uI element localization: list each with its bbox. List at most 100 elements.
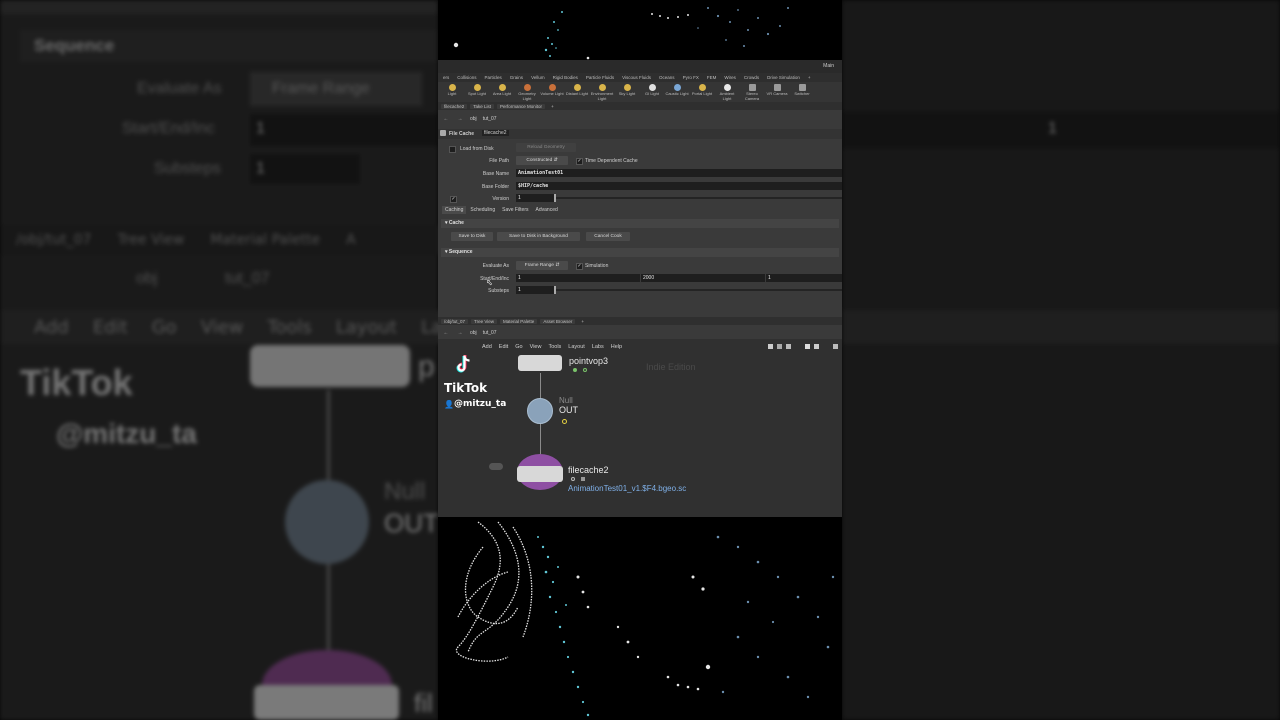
tree-icon[interactable]	[777, 344, 782, 349]
tab-obj-tut07[interactable]: /obj/tut_07	[441, 318, 469, 324]
version-slider-handle[interactable]	[554, 194, 556, 202]
shelf-tab-0[interactable]: ers	[440, 75, 452, 80]
menu-layout[interactable]: Layout	[568, 344, 585, 350]
menu-go[interactable]: Go	[515, 344, 522, 350]
tab-tree-view[interactable]: Tree View	[471, 318, 498, 324]
network-path-obj[interactable]: obj	[470, 330, 477, 336]
shelf-tool-geometry-light[interactable]: Geometry Light	[515, 82, 539, 104]
menu-add[interactable]: Add	[482, 344, 492, 350]
inc-field[interactable]: 1	[766, 274, 842, 282]
menu-help[interactable]: Help	[611, 344, 622, 350]
node-name-field[interactable]: filecache2	[482, 130, 509, 136]
menu-labs[interactable]: Labs	[592, 344, 604, 350]
shelf-tool-sky-light[interactable]: Sky Light	[615, 82, 639, 104]
shelf-tool-distant-light[interactable]: Distant Light	[565, 82, 589, 104]
menu-edit[interactable]: Edit	[499, 344, 508, 350]
tab-asset-browser[interactable]: Asset Browser	[540, 318, 576, 324]
back-arrow-icon[interactable]: ←	[442, 329, 450, 337]
node-pointvop3[interactable]	[518, 355, 562, 371]
node-filecache2[interactable]	[517, 466, 563, 482]
base-folder-label: Base Folder	[482, 184, 509, 190]
cache-section-header[interactable]: ▾ Cache	[441, 219, 839, 228]
path-obj[interactable]: obj	[470, 116, 477, 122]
shelf-tab-7[interactable]: Viscous Fluids	[619, 75, 654, 80]
shelf-tab-12[interactable]: Crowds	[741, 75, 762, 80]
file-path-dropdown[interactable]: Constructed ⇵	[516, 156, 568, 165]
mouse-cursor-icon: ⬁	[486, 278, 493, 287]
evaluate-as-dropdown[interactable]: Frame Range ⇵	[516, 261, 568, 270]
menu-tools[interactable]: Tools	[548, 344, 561, 350]
list-icon[interactable]	[786, 344, 791, 349]
network-toolbar	[768, 344, 838, 349]
tab-scheduling[interactable]: Scheduling	[467, 206, 498, 214]
tab-caching[interactable]: Caching	[442, 206, 467, 214]
version-field[interactable]: 1	[516, 194, 554, 202]
layout-icon[interactable]	[814, 344, 819, 349]
menu-view[interactable]: View	[530, 344, 542, 350]
shelf-tab-5[interactable]: Rigid Bodies	[550, 75, 581, 80]
save-to-disk-button[interactable]: Save to Disk	[451, 232, 493, 241]
forward-arrow-icon[interactable]: →	[456, 115, 464, 123]
save-to-disk-background-button[interactable]: Save to Disk in Background	[497, 232, 580, 241]
path-network[interactable]: tut_07	[483, 116, 497, 122]
vr-camera-icon	[773, 84, 781, 91]
start-field[interactable]: 1	[516, 274, 640, 282]
shelf-tool-vr-camera[interactable]: VR Camera	[765, 82, 789, 104]
shelf-tab-3[interactable]: Grains	[507, 75, 526, 80]
shelf-tab-9[interactable]: Pyro FX	[680, 75, 702, 80]
node-bypass-handle[interactable]	[489, 463, 503, 470]
shelf-tab-4[interactable]: Vellum	[528, 75, 548, 80]
tab-material-palette[interactable]: Material Palette	[500, 318, 538, 324]
shelf-tab-13[interactable]: Drive Simulation	[764, 75, 803, 80]
wrench-icon[interactable]	[768, 344, 773, 349]
shelf-tab-11[interactable]: Wires	[721, 75, 739, 80]
shelf-tab-2[interactable]: Particles	[482, 75, 505, 80]
base-folder-field[interactable]: $HIP/cache	[516, 182, 842, 190]
shelf-tool-area-light[interactable]: Area Light	[490, 82, 514, 104]
panel-icon[interactable]	[833, 344, 838, 349]
tab-performance-monitor[interactable]: Performance Monitor	[497, 103, 546, 109]
tab-save-filters[interactable]: Save Filters	[499, 206, 531, 214]
version-slider[interactable]	[555, 197, 842, 199]
add-pane-tab-icon[interactable]: +	[548, 104, 557, 109]
substeps-slider-handle[interactable]	[554, 286, 556, 294]
forward-arrow-icon[interactable]: →	[456, 329, 464, 337]
shelf-tab-1[interactable]: Collisions	[454, 75, 479, 80]
time-dependent-checkbox[interactable]: ✓	[576, 158, 583, 165]
base-name-field[interactable]: AnimationTest01	[516, 169, 842, 177]
sequence-section-header[interactable]: ▾ Sequence	[441, 248, 839, 257]
grid-icon[interactable]	[805, 344, 810, 349]
substeps-field[interactable]: 1	[516, 286, 554, 294]
cancel-cook-button[interactable]: Cancel Cook	[586, 232, 630, 241]
shelf-tool-volume-light[interactable]: Volume Light	[540, 82, 564, 104]
end-field[interactable]: 2000	[641, 274, 765, 282]
substeps-slider[interactable]	[555, 289, 842, 291]
shelf-tool-portal-light[interactable]: Portal Light	[690, 82, 714, 104]
shelf-tool-caustic-light[interactable]: Caustic Light	[665, 82, 689, 104]
tab-take-list[interactable]: Take List	[470, 103, 495, 109]
shelf-tab-8[interactable]: Oceans	[656, 75, 678, 80]
add-pane-tab-icon[interactable]: +	[578, 319, 587, 324]
reload-geometry-button[interactable]: Reload Geometry	[516, 143, 576, 152]
tab-advanced[interactable]: Advanced	[533, 206, 561, 214]
simulation-checkbox[interactable]: ✓	[576, 263, 583, 270]
shelf-tab-6[interactable]: Particle Fluids	[583, 75, 617, 80]
add-shelf-tab-icon[interactable]: +	[805, 75, 814, 80]
node-out[interactable]	[527, 398, 553, 424]
shelf-tool-gi-light[interactable]: GI Light	[640, 82, 664, 104]
desktop-label[interactable]: Main	[823, 63, 834, 69]
network-path-network[interactable]: tut_07	[483, 330, 497, 336]
shelf-tool-environment-light[interactable]: Environment Light	[590, 82, 614, 104]
shelf-tool-spot-light[interactable]: Spot Light	[465, 82, 489, 104]
back-arrow-icon[interactable]: ←	[442, 115, 450, 123]
shelf-tool-light[interactable]: Light	[440, 82, 464, 104]
shelf-tab-10[interactable]: FEM	[704, 75, 720, 80]
shelf-tool-switcher[interactable]: Switcher	[790, 82, 814, 104]
tab-filecache2[interactable]: filecache2	[441, 103, 468, 109]
load-from-disk-checkbox[interactable]	[449, 146, 456, 153]
network-editor[interactable]: Add Edit Go View Tools Layout Labs Help …	[438, 339, 842, 517]
version-checkbox[interactable]: ✓	[450, 196, 457, 203]
shelf-tool-ambient-light[interactable]: Ambient Light	[715, 82, 739, 104]
tool-label: VR Camera	[766, 91, 788, 96]
shelf-tool-stereo-camera[interactable]: Stereo Camera	[740, 82, 764, 104]
